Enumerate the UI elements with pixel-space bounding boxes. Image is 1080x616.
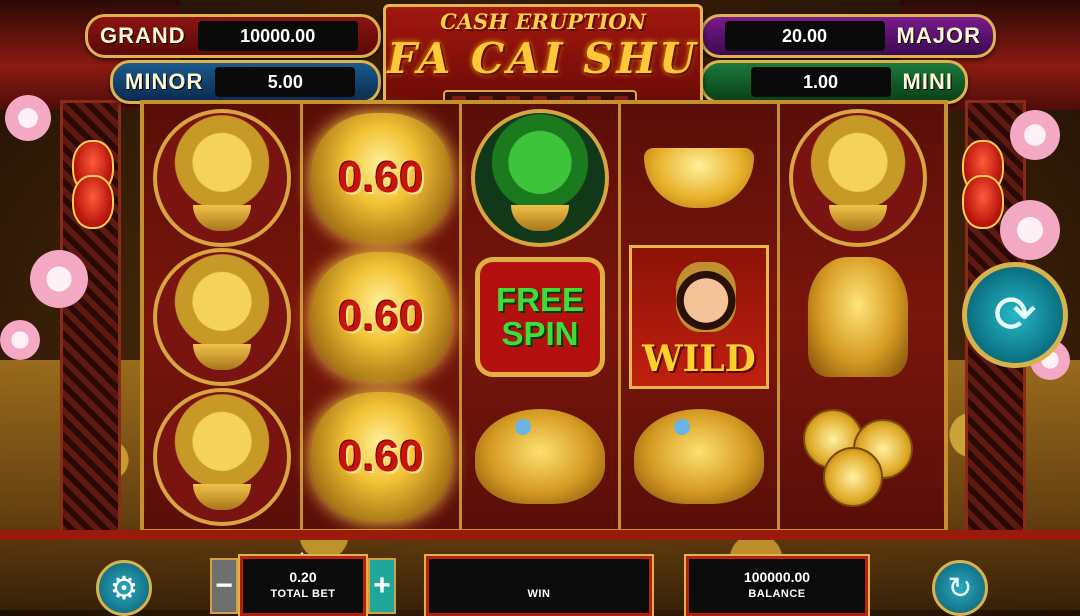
golden-lion-statue-symbol (788, 249, 928, 384)
golden-toad-symbol (470, 389, 610, 524)
money-tree-symbol (152, 387, 292, 526)
grand-label: GRAND (100, 23, 186, 48)
win-value (429, 569, 649, 585)
gold-coins-symbol (788, 389, 928, 524)
balance-label: BALANCE (748, 588, 806, 600)
autospin-icon: ↻ (947, 571, 973, 605)
gold-ingot-symbol (629, 110, 769, 245)
mini-jackpot-banner: 1.00 MINI (700, 60, 968, 104)
free-spin-symbol: FREE SPIN (470, 249, 610, 384)
wild-label: WILD (642, 337, 756, 380)
grand-value: 10000.00 (197, 21, 358, 51)
minor-label: MINOR (125, 69, 204, 94)
money-tree-symbol (152, 108, 292, 247)
mini-label: MINI (902, 69, 953, 94)
autospin-button[interactable]: ↻ (932, 560, 988, 616)
settings-gear-icon: ⚙ (109, 570, 139, 606)
major-value: 20.00 (724, 21, 885, 51)
settings-button[interactable]: ⚙ (96, 560, 152, 616)
gold-pot-prize-symbol: 0.60 (311, 249, 451, 384)
golden-toad-symbol (629, 389, 769, 524)
win-label: WIN (527, 588, 551, 600)
win-panel: WIN (426, 556, 652, 616)
balance-panel: 100000.00 BALANCE (686, 556, 868, 616)
mini-value: 1.00 (750, 67, 891, 97)
gold-pot-prize-symbol: 0.60 (311, 110, 451, 245)
money-tree-symbol (152, 247, 292, 386)
gold-pot-prize-symbol: 0.60 (311, 389, 451, 524)
decrease-bet-button[interactable]: − (210, 558, 238, 614)
increase-bet-button[interactable]: + (368, 558, 396, 614)
total-bet-panel: 0.20 TOTAL BET (240, 556, 366, 616)
minor-value: 5.00 (215, 67, 356, 97)
cherry-blossom (5, 95, 51, 141)
fortune-god-icon (676, 261, 736, 332)
reel-4: WILD (621, 104, 780, 529)
minor-jackpot-banner: MINOR 5.00 (110, 60, 381, 104)
game-subtitle: CASH ERUPTION (440, 9, 646, 34)
green-money-tree-symbol (470, 108, 610, 247)
spin-arrow-icon: ⟳ (993, 286, 1037, 344)
total-bet-label: TOTAL BET (270, 588, 336, 600)
total-bet-value: 0.20 (289, 569, 317, 585)
game-title: FA CAI SHU (387, 34, 699, 83)
reel-grid: 0.60 0.60 0.60 FREE SPIN WILD (140, 100, 948, 533)
free-spin-text-1: FREE (495, 280, 584, 318)
major-jackpot-banner: 20.00 MAJOR (700, 14, 996, 58)
grand-jackpot-banner: GRAND 10000.00 (85, 14, 381, 58)
red-lantern (72, 175, 114, 229)
free-spin-text-2: SPIN (501, 314, 579, 352)
money-tree-symbol (788, 108, 928, 247)
reel-2: 0.60 0.60 0.60 (303, 104, 462, 529)
cherry-blossom (0, 320, 40, 360)
cherry-blossom (30, 250, 88, 308)
cherry-blossom (1000, 200, 1060, 260)
wild-symbol: WILD (629, 244, 769, 389)
prize-value: 0.60 (338, 152, 424, 202)
prize-value: 0.60 (338, 431, 424, 481)
balance-value: 100000.00 (743, 569, 811, 585)
cherry-blossom (1010, 110, 1060, 160)
reel-5 (780, 104, 936, 529)
reel-1 (144, 104, 303, 529)
prize-value: 0.60 (338, 291, 424, 341)
major-label: MAJOR (896, 23, 981, 48)
red-lantern (962, 175, 1004, 229)
spin-button[interactable]: ⟳ (962, 262, 1068, 368)
reel-3: FREE SPIN (462, 104, 621, 529)
